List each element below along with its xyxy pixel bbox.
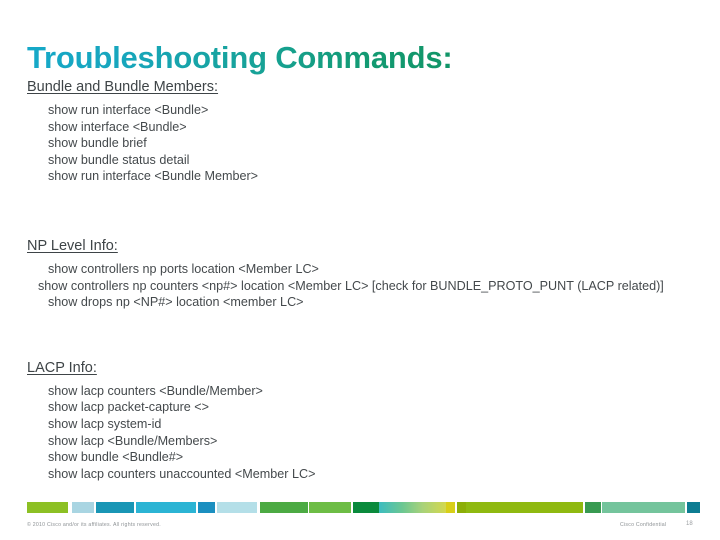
footer-confidential-label: Cisco Confidential <box>620 522 667 528</box>
list-item: show lacp <Bundle/Members> <box>48 433 218 448</box>
footer-bar-segment <box>309 502 351 513</box>
slide-body: Bundle and Bundle Members: show run inte… <box>0 78 720 482</box>
footer-bar-segment <box>135 502 196 513</box>
footer-bar-segment <box>198 502 215 513</box>
list-item: show controllers np ports location <Memb… <box>48 261 319 276</box>
section-bundle-and-bundle-members: Bundle and Bundle Members: show run inte… <box>0 78 720 185</box>
footer-bar-segment <box>585 502 601 513</box>
command-list-np: show controllers np ports location <Memb… <box>0 261 720 311</box>
footer-bar-segment <box>352 502 380 513</box>
slide-canvas: Troubleshooting Commands: Bundle and Bun… <box>0 0 720 540</box>
footer-bar-segment <box>260 502 308 513</box>
list-item: show controllers np counters <np#> locat… <box>38 278 664 293</box>
footer-bar-segment <box>217 502 257 513</box>
page-title: Troubleshooting Commands: <box>27 39 453 75</box>
list-item: show lacp counters unaccounted <Member L… <box>48 466 316 481</box>
footer-page-number: 18 <box>686 521 693 527</box>
footer-bar-segment <box>602 502 685 513</box>
section-lacp-info: LACP Info: show lacp counters <Bundle/Me… <box>0 359 720 483</box>
list-item: show run interface <Bundle Member> <box>48 169 259 184</box>
section-heading-bundle: Bundle and Bundle Members: <box>27 79 219 95</box>
command-list-bundle: show run interface <Bundle> show interfa… <box>0 102 720 185</box>
list-item: show lacp packet-capture <> <box>48 400 210 415</box>
footer-bar-segment <box>456 502 467 513</box>
list-item: show lacp counters <Bundle/Member> <box>48 383 263 398</box>
footer-bar-segment <box>687 502 700 513</box>
list-item: show bundle status detail <box>48 152 190 167</box>
section-heading-np-level-info: NP Level Info: <box>27 237 118 254</box>
footer-bar-segment <box>445 502 456 513</box>
footer-bar-segment <box>379 502 446 513</box>
footer-copyright: © 2010 Cisco and/or its affiliates. All … <box>27 522 161 528</box>
list-item: show interface <Bundle> <box>48 119 187 134</box>
list-item: show run interface <Bundle> <box>48 103 209 117</box>
footer-color-bar <box>27 502 700 513</box>
footer-bar-segment <box>27 502 69 513</box>
list-item: show bundle <Bundle#> <box>48 450 184 465</box>
list-item: show lacp system-id <box>48 416 162 431</box>
footer-bar-segment <box>95 502 134 513</box>
footer-bar-segment <box>71 502 95 513</box>
section-heading-lacp-info: LACP Info: <box>27 359 97 376</box>
section-np-level-info: NP Level Info: show controllers np ports… <box>0 237 720 311</box>
command-list-lacp: show lacp counters <Bundle/Member> show … <box>0 383 720 483</box>
list-item: show drops np <NP#> location <member LC> <box>48 295 304 310</box>
footer-bar-segment <box>466 502 584 513</box>
list-item: show bundle brief <box>48 136 147 151</box>
